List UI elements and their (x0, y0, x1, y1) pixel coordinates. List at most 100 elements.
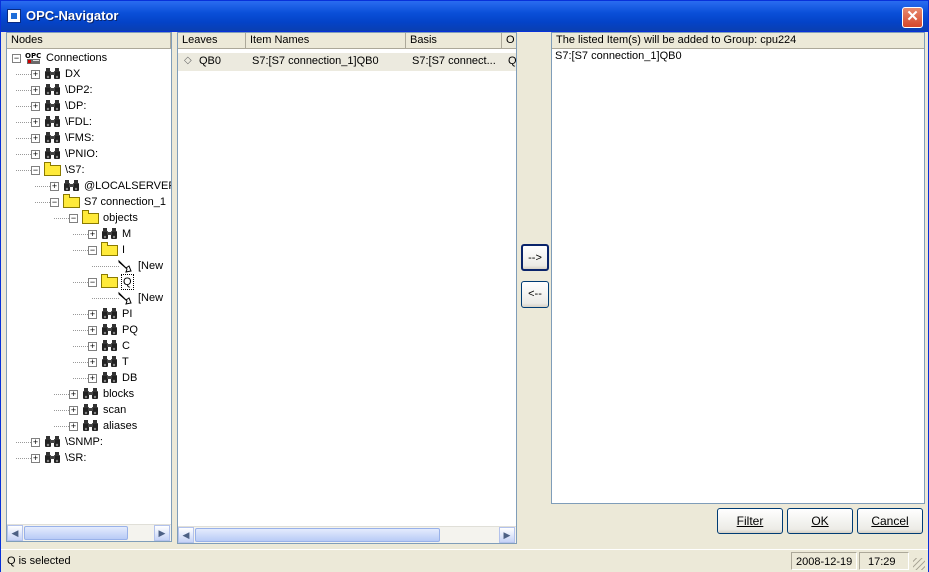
expand-icon[interactable]: + (31, 86, 40, 95)
tree-item[interactable]: + \PNIO: (7, 146, 171, 162)
basis-cell: S7:[S7 connect... (412, 55, 496, 67)
tree-item[interactable]: − \S7: (7, 162, 171, 178)
col-basis[interactable]: Basis (406, 33, 502, 49)
tree-item[interactable]: − S7 connection_1 (7, 194, 171, 210)
tree-item[interactable]: + \DP: (7, 98, 171, 114)
binoculars-icon (44, 436, 61, 448)
expand-icon[interactable]: + (31, 102, 40, 111)
tree-item[interactable]: + PI (7, 306, 171, 322)
scroll-right-arrow[interactable]: ▶ (154, 525, 170, 541)
tree-item[interactable]: + DX (7, 66, 171, 82)
cancel-label: Cancel (871, 514, 909, 528)
binoculars-icon (101, 324, 118, 336)
scroll-thumb[interactable] (195, 528, 440, 542)
tree-item-label: \PNIO: (65, 148, 99, 160)
expand-icon[interactable]: + (31, 118, 40, 127)
scroll-left-arrow[interactable]: ◀ (7, 525, 23, 541)
tree-item[interactable]: + blocks (7, 386, 171, 402)
selected-items-panel: The listed Item(s) will be added to Grou… (551, 32, 925, 504)
collapse-icon[interactable]: − (12, 54, 21, 63)
col-item-names[interactable]: Item Names (246, 33, 406, 49)
tree-item[interactable]: + \FDL: (7, 114, 171, 130)
status-time: 17:29 (859, 552, 909, 570)
leaf-icon: ◇ (184, 55, 192, 66)
expand-icon[interactable]: + (31, 134, 40, 143)
expand-icon[interactable]: + (88, 230, 97, 239)
tree-item[interactable]: − objects (7, 210, 171, 226)
tree-item[interactable]: + PQ (7, 322, 171, 338)
tree-item[interactable]: + aliases (7, 418, 171, 434)
expand-icon[interactable]: + (31, 454, 40, 463)
other-cell: Q (508, 55, 517, 67)
window-title: OPC-Navigator (26, 8, 119, 23)
expand-icon[interactable]: + (88, 342, 97, 351)
close-button[interactable]: ✕ (902, 7, 923, 28)
tree-item[interactable]: + \FMS: (7, 130, 171, 146)
tree-item-label: Q (121, 274, 134, 290)
col-other[interactable]: O (502, 33, 516, 49)
remove-item-button[interactable]: <-- (521, 281, 549, 308)
collapse-icon[interactable]: − (31, 166, 40, 175)
collapse-icon[interactable]: − (50, 198, 59, 207)
binoculars-icon (101, 340, 118, 352)
expand-icon[interactable]: + (69, 390, 78, 399)
tree-connector (54, 394, 69, 395)
resize-grip[interactable] (913, 558, 925, 570)
item-name-cell: S7:[S7 connection_1]QB0 (252, 55, 379, 67)
add-item-button[interactable]: --> (521, 244, 549, 271)
list-item[interactable]: S7:[S7 connection_1]QB0 (555, 50, 682, 62)
expand-icon[interactable]: + (88, 326, 97, 335)
nodes-header[interactable]: Nodes (7, 33, 171, 49)
tree-item[interactable]: + M (7, 226, 171, 242)
scroll-right-arrow[interactable]: ▶ (499, 527, 515, 543)
expand-icon[interactable]: + (31, 150, 40, 159)
tree-item[interactable]: + C (7, 338, 171, 354)
collapse-icon[interactable]: − (69, 214, 78, 223)
leaf-cell: QB0 (199, 55, 222, 67)
col-leaves[interactable]: Leaves (178, 33, 246, 49)
expand-icon[interactable]: + (31, 70, 40, 79)
filter-button[interactable]: Filter (717, 508, 783, 534)
expand-icon[interactable]: + (31, 438, 40, 447)
collapse-icon[interactable]: − (88, 278, 97, 287)
tree-item-label: blocks (103, 388, 135, 400)
expand-icon[interactable]: + (88, 374, 97, 383)
tree-item-label: Connections (46, 52, 108, 64)
binoculars-icon (44, 452, 61, 464)
ok-button[interactable]: OK (787, 508, 853, 534)
expand-icon[interactable]: + (69, 422, 78, 431)
tree-item[interactable]: + scan (7, 402, 171, 418)
tree-item[interactable]: + @LOCALSERVER (7, 178, 171, 194)
binoculars-icon (101, 228, 118, 240)
folder-open-icon (82, 210, 99, 224)
scroll-thumb[interactable] (24, 526, 128, 540)
new-item-icon (117, 291, 133, 305)
tree-item-label: I (122, 244, 126, 256)
expand-icon[interactable]: + (69, 406, 78, 415)
tree-connector (73, 234, 88, 235)
tree-item-label: [New (138, 292, 164, 304)
tree-item-label: \FMS: (65, 132, 95, 144)
tree-item[interactable]: − Q (7, 274, 171, 290)
tree-connector (73, 330, 88, 331)
tree-item[interactable]: − OPC Connections (7, 50, 171, 66)
cancel-button[interactable]: Cancel (857, 508, 923, 534)
expand-icon[interactable]: + (50, 182, 59, 191)
nodes-hscrollbar[interactable]: ◀ ▶ (7, 524, 171, 541)
tree-connector (73, 346, 88, 347)
tree-item[interactable]: [New (7, 258, 171, 274)
scroll-left-arrow[interactable]: ◀ (178, 527, 194, 543)
tree-item[interactable]: − I (7, 242, 171, 258)
tree-item[interactable]: + \DP2: (7, 82, 171, 98)
tree-item[interactable]: + DB (7, 370, 171, 386)
tree-item[interactable]: + \SR: (7, 450, 171, 466)
collapse-icon[interactable]: − (88, 246, 97, 255)
tree-item[interactable]: + T (7, 354, 171, 370)
expand-icon[interactable]: + (88, 310, 97, 319)
tree-item[interactable]: [New (7, 290, 171, 306)
expand-icon[interactable]: + (88, 358, 97, 367)
leaves-hscrollbar[interactable]: ◀ ▶ (178, 526, 516, 543)
table-row[interactable]: ◇ QB0 S7:[S7 connection_1]QB0 S7:[S7 con… (178, 53, 516, 71)
tree-item[interactable]: + \SNMP: (7, 434, 171, 450)
binoculars-icon (82, 420, 99, 432)
